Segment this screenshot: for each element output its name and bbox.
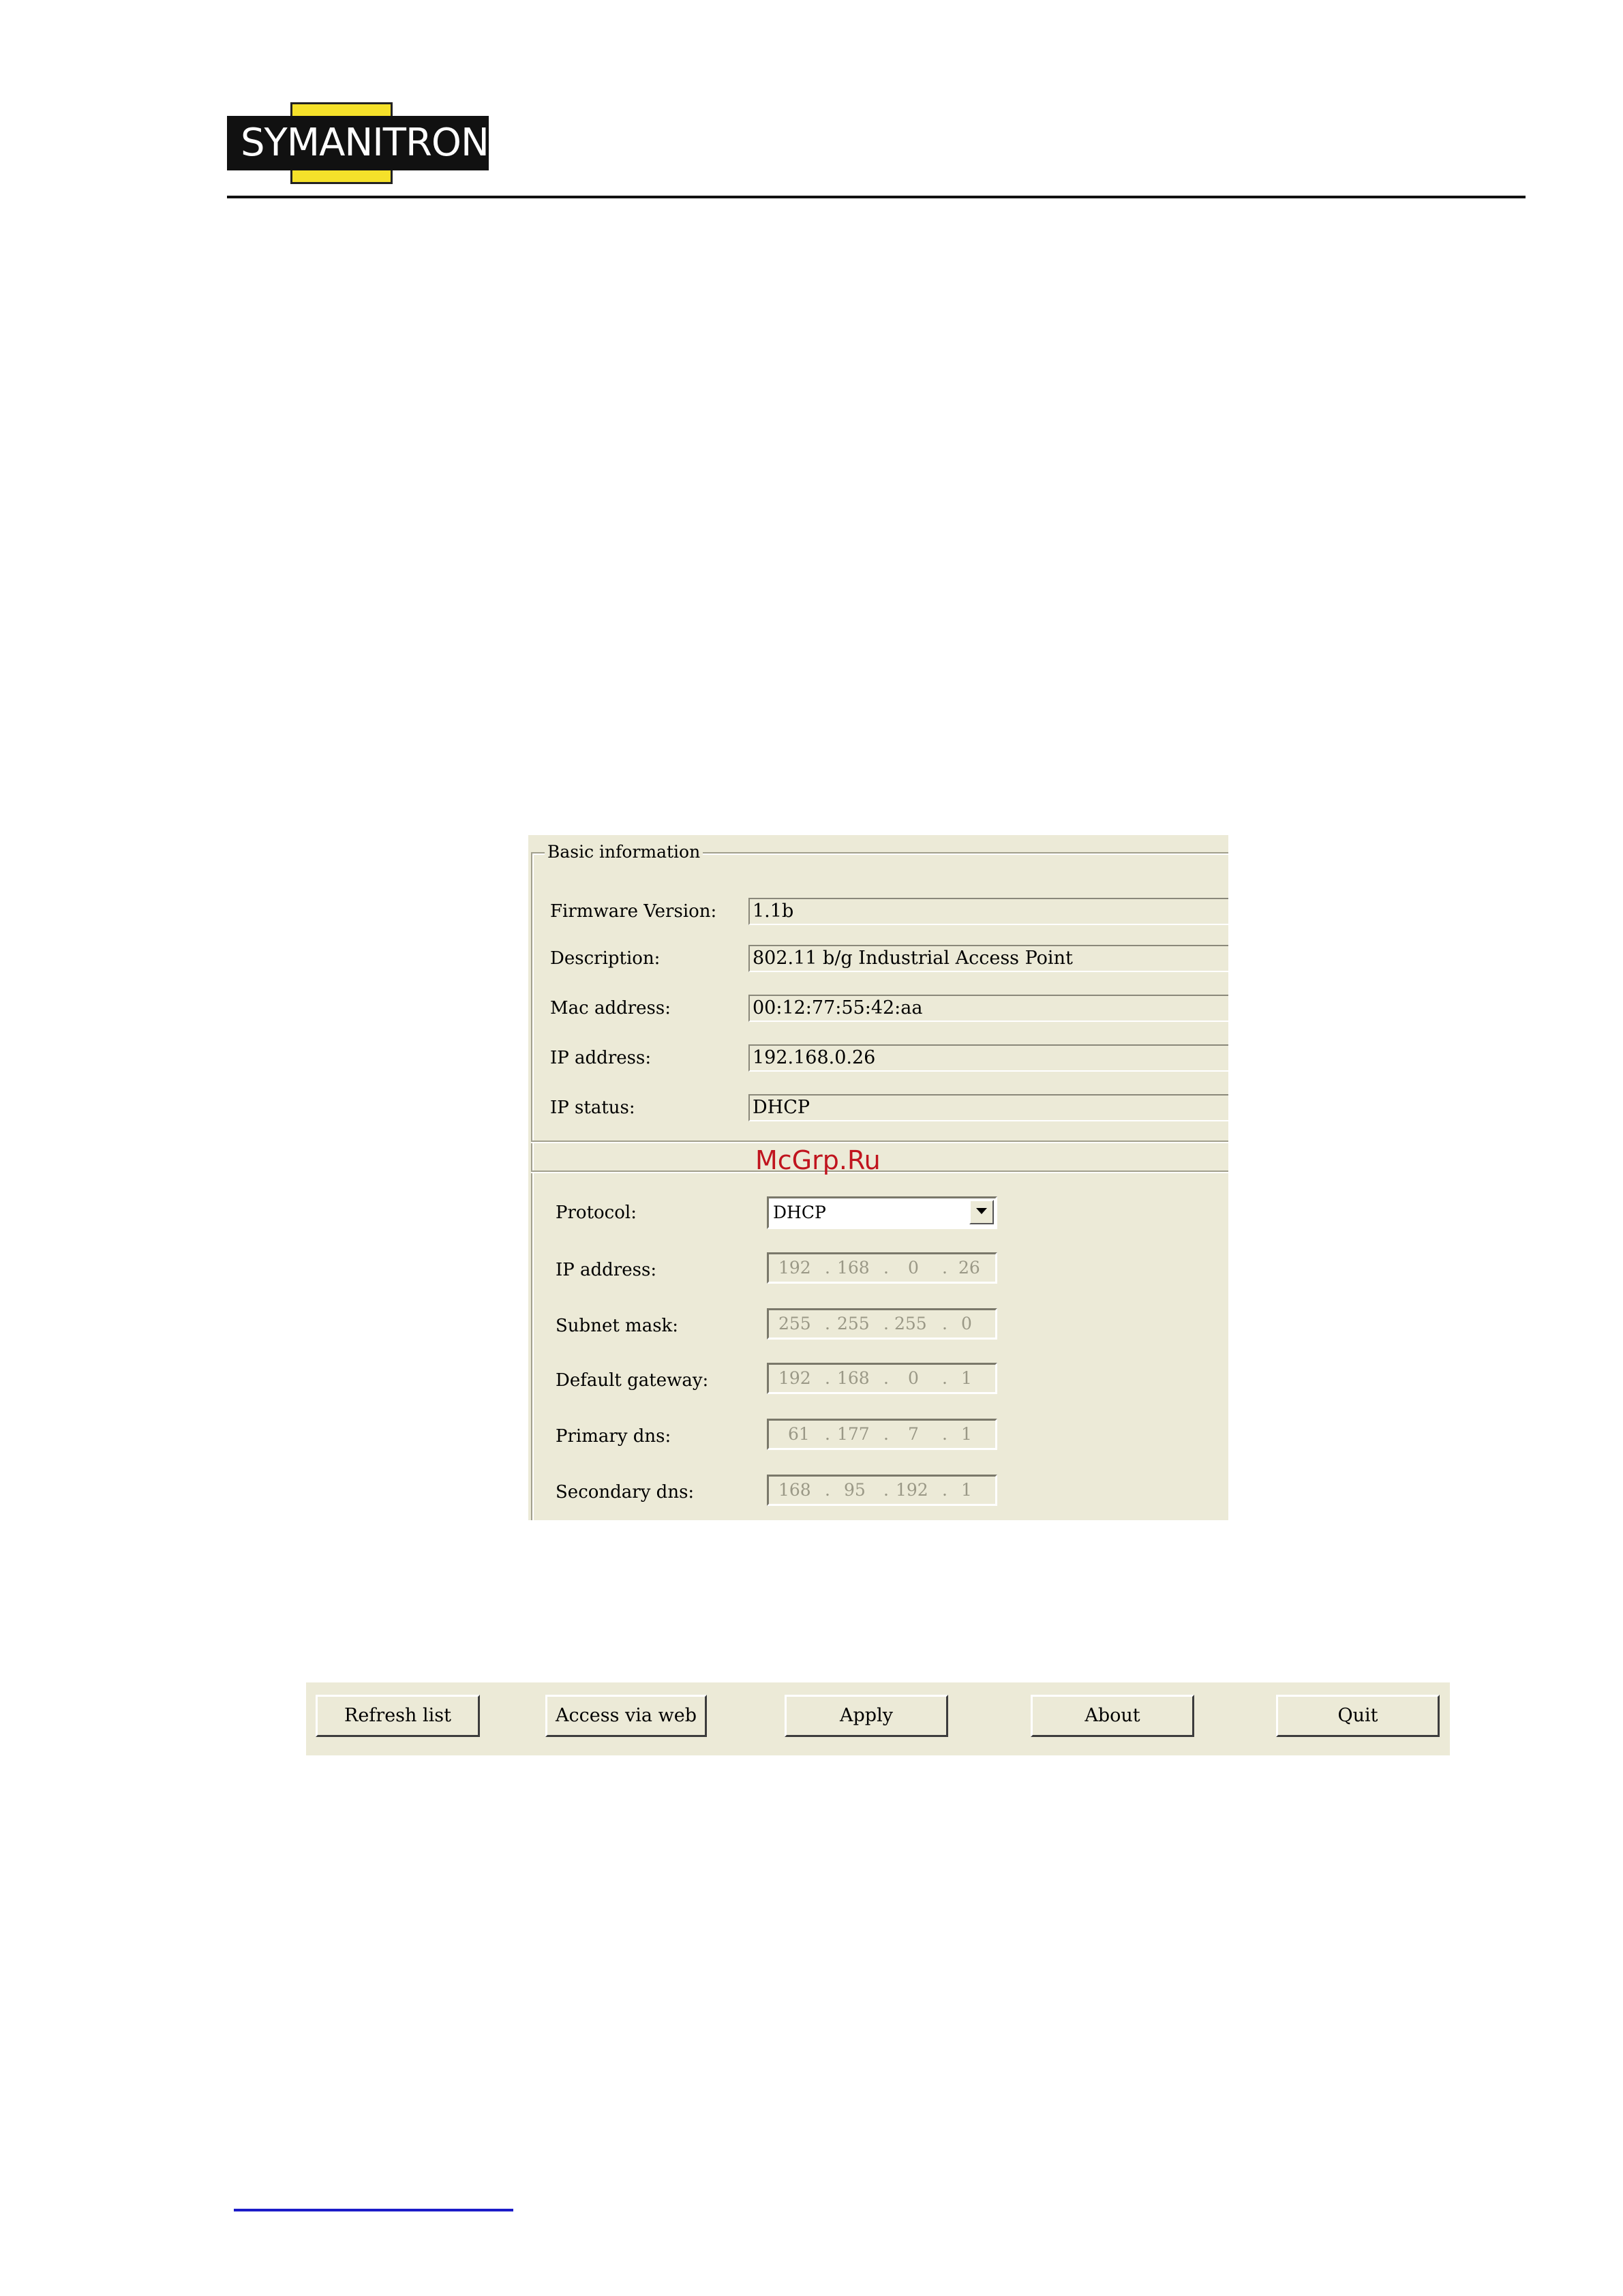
action-button-bar: Refresh list Access via web Apply About … xyxy=(306,1682,1450,1755)
secondary-dns-label: Secondary dns: xyxy=(556,1482,695,1502)
description-label: Description: xyxy=(550,948,661,969)
protocol-label: Protocol: xyxy=(556,1203,637,1223)
mac-address-label: Mac address: xyxy=(550,998,671,1018)
access-via-web-button[interactable]: Access via web xyxy=(545,1695,707,1737)
subnet-mask-input: 255. 255. 255. 0 xyxy=(767,1308,997,1340)
secondary-dns-input: 168. 95. 192. 1 xyxy=(767,1475,997,1506)
ip-address-label: IP address: xyxy=(550,1048,652,1068)
footer-link-underline[interactable] xyxy=(234,2209,513,2211)
primary-dns-label: Primary dns: xyxy=(556,1426,671,1447)
symanitron-logo: SYMANITRON xyxy=(227,102,489,185)
ip-status-value: DHCP xyxy=(748,1094,1228,1121)
ip-address-input-label: IP address: xyxy=(556,1260,657,1280)
header-rule xyxy=(227,196,1526,198)
chevron-down-icon[interactable] xyxy=(969,1200,994,1224)
primary-dns-input: 61. 177. 7. 1 xyxy=(767,1419,997,1450)
protocol-select[interactable]: DHCP xyxy=(767,1196,997,1229)
quit-button[interactable]: Quit xyxy=(1276,1695,1440,1737)
ip-address-input: 192. 168. 0. 26 xyxy=(767,1252,997,1284)
basic-info-legend: Basic information xyxy=(545,841,703,864)
description-value: 802.11 b/g Industrial Access Point xyxy=(748,945,1228,972)
protocol-selected-value: DHCP xyxy=(773,1203,826,1222)
about-button[interactable]: About xyxy=(1031,1695,1194,1737)
subnet-mask-label: Subnet mask: xyxy=(556,1316,679,1336)
ip-address-value: 192.168.0.26 xyxy=(748,1044,1228,1072)
ip-status-label: IP status: xyxy=(550,1098,635,1118)
firmware-version-value: 1.1b xyxy=(748,898,1228,925)
apply-button[interactable]: Apply xyxy=(785,1695,948,1737)
watermark-text: McGrp.Ru xyxy=(755,1145,881,1175)
firmware-version-label: Firmware Version: xyxy=(550,901,717,922)
mac-address-value: 00:12:77:55:42:aa xyxy=(748,995,1228,1022)
logo-text: SYMANITRON xyxy=(241,121,489,165)
refresh-list-button[interactable]: Refresh list xyxy=(316,1695,480,1737)
default-gateway-label: Default gateway: xyxy=(556,1370,709,1391)
device-config-panel: Basic information Firmware Version: 1.1b… xyxy=(528,835,1228,1520)
default-gateway-input: 192. 168. 0. 1 xyxy=(767,1363,997,1394)
